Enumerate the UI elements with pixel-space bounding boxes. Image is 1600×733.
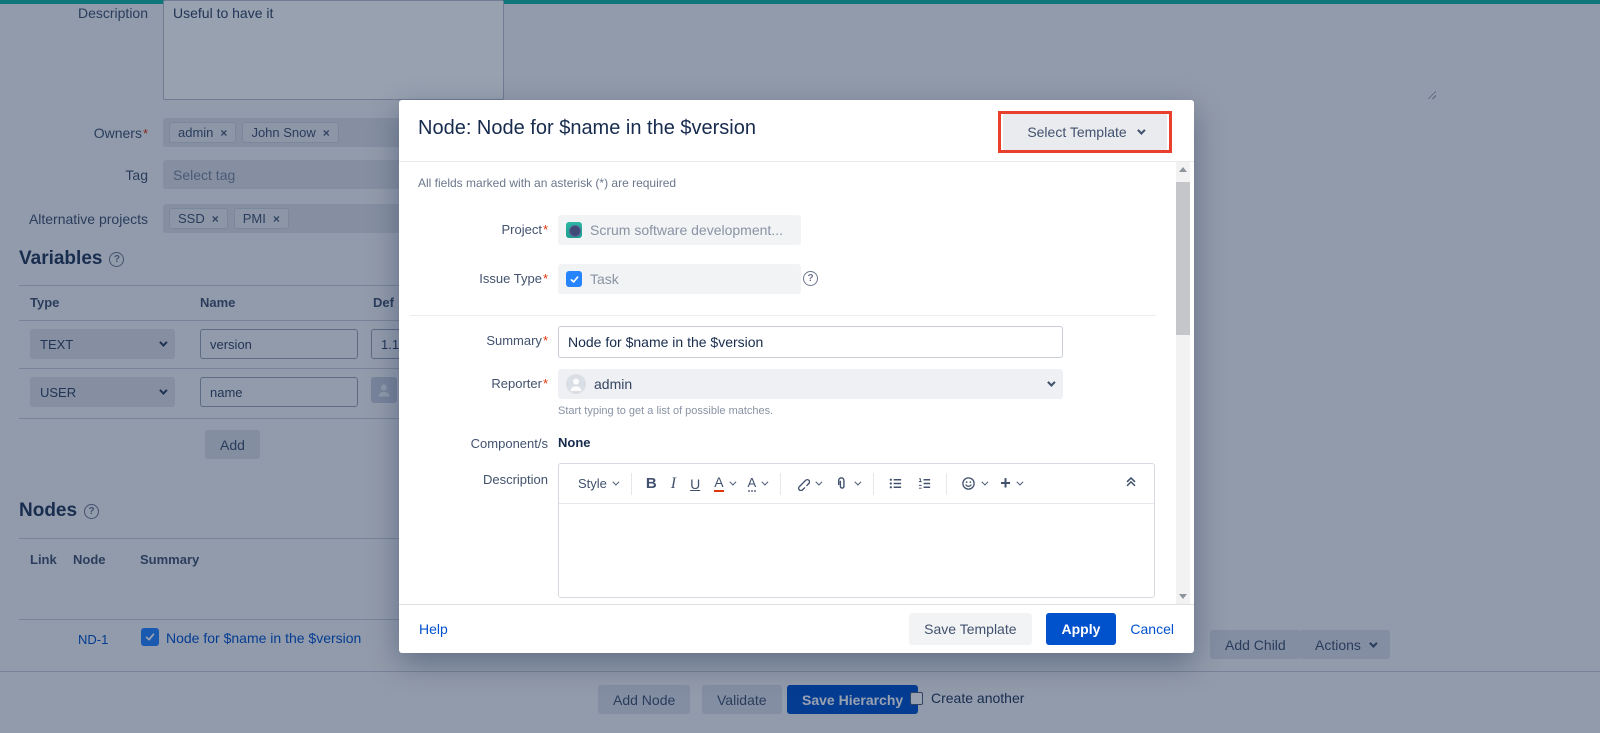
dialog-footer: Help Save Template Apply Cancel [399, 604, 1194, 653]
underline-button[interactable]: U [690, 476, 700, 492]
toolbar-separator [780, 473, 781, 495]
summary-label: Summary* [408, 333, 548, 348]
reporter-value: admin [594, 376, 632, 392]
bullet-list-button[interactable] [888, 476, 903, 491]
summary-value: Node for $name in the $version [568, 334, 763, 350]
editor-content-area[interactable] [559, 504, 1154, 598]
editor-toolbar: Style B I U A A [559, 464, 1154, 504]
description-label: Description [408, 472, 548, 487]
emoji-dropdown[interactable] [961, 476, 986, 491]
project-avatar-icon [566, 222, 582, 238]
components-value: None [558, 435, 591, 450]
user-avatar-icon [566, 374, 586, 394]
summary-input[interactable]: Node for $name in the $version [558, 326, 1063, 358]
italic-button[interactable]: I [671, 475, 676, 493]
bullet-list-icon [888, 476, 903, 491]
save-template-button[interactable]: Save Template [909, 613, 1031, 645]
help-icon[interactable]: ? [803, 271, 818, 286]
dialog-title: Node: Node for $name in the $version [418, 117, 756, 140]
numbered-list-button[interactable] [917, 476, 932, 491]
cancel-link[interactable]: Cancel [1130, 621, 1174, 637]
project-label: Project* [408, 222, 548, 237]
reporter-select[interactable]: admin [558, 369, 1063, 399]
toolbar-separator [946, 473, 947, 495]
required-asterisk: * [543, 333, 548, 348]
apply-button[interactable]: Apply [1046, 613, 1117, 645]
scroll-down-arrow[interactable] [1179, 594, 1187, 599]
components-label: Component/s [408, 436, 548, 451]
issue-type-label: Issue Type* [408, 271, 548, 286]
style-dropdown[interactable]: Style [578, 476, 617, 491]
bold-button[interactable]: B [646, 475, 657, 492]
reporter-helper-text: Start typing to get a list of possible m… [558, 405, 773, 417]
emoji-icon [961, 476, 976, 491]
required-fields-note: All fields marked with an asterisk (*) a… [418, 176, 676, 190]
link-dropdown[interactable] [795, 476, 820, 491]
formatting-dropdown[interactable]: A [748, 476, 767, 492]
insert-more-dropdown[interactable]: + [1000, 473, 1021, 494]
task-type-icon [566, 271, 582, 287]
reporter-label: Reporter* [408, 376, 548, 391]
description-editor: Style B I U A A [558, 463, 1155, 598]
paperclip-icon [834, 476, 849, 491]
numbered-list-icon [917, 476, 932, 491]
toolbar-separator [873, 473, 874, 495]
help-link[interactable]: Help [419, 621, 448, 637]
required-asterisk: * [543, 376, 548, 391]
required-asterisk: * [543, 222, 548, 237]
link-icon [795, 476, 810, 491]
toolbar-separator [631, 473, 632, 495]
scrollbar-thumb[interactable] [1176, 182, 1190, 335]
collapse-toolbar-icon[interactable] [1124, 474, 1138, 493]
modal-scrollbar[interactable] [1176, 162, 1190, 604]
required-asterisk: * [543, 271, 548, 286]
node-edit-dialog: Node: Node for $name in the $version Sel… [399, 100, 1194, 653]
text-color-dropdown[interactable]: A [714, 475, 733, 492]
scroll-up-arrow[interactable] [1179, 167, 1187, 172]
project-field: Scrum software development... [558, 215, 801, 245]
attachment-dropdown[interactable] [834, 476, 859, 491]
issue-type-field: Task [558, 264, 801, 294]
issue-type-value: Task [590, 271, 619, 287]
section-divider [410, 315, 1156, 316]
annotation-highlight-box [998, 111, 1172, 153]
header-divider [399, 161, 1194, 162]
project-value: Scrum software development... [590, 222, 783, 238]
chevron-down-icon [1047, 378, 1055, 386]
